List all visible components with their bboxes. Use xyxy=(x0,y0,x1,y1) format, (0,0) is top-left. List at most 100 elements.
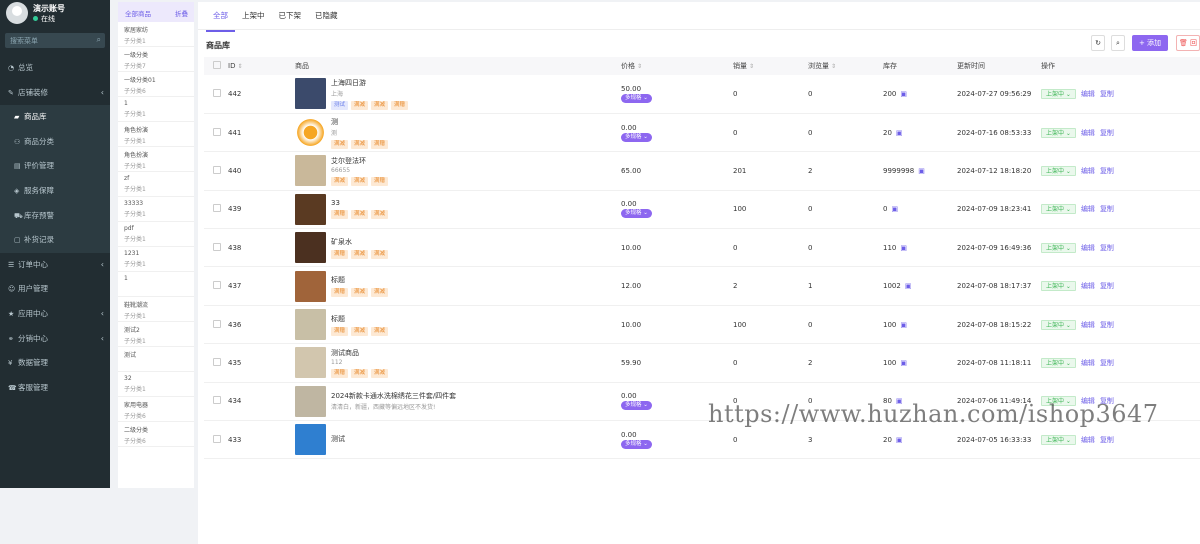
row-checkbox-cell[interactable] xyxy=(204,228,228,268)
sidebar-item[interactable]: ⚭ 分销中心 ‹ xyxy=(0,327,110,352)
checkbox-icon[interactable] xyxy=(213,61,221,69)
category-sub[interactable]: 子分类1 xyxy=(124,209,190,218)
row-checkbox-cell[interactable] xyxy=(204,151,228,191)
tab-2[interactable]: 已下架 xyxy=(272,2,309,30)
category-sub[interactable]: 子分类1 xyxy=(124,336,190,345)
stock-calendar-icon[interactable]: ▣ xyxy=(900,244,907,252)
category-item[interactable]: 1 子分类1 xyxy=(118,97,194,122)
add-button[interactable]: + 添加 xyxy=(1132,35,1168,51)
row-checkbox-cell[interactable] xyxy=(204,382,228,422)
menu-search-input[interactable]: 搜索菜单 ⌕ xyxy=(5,33,105,48)
sidebar-item[interactable]: ▰ 商品库 xyxy=(0,105,110,130)
category-fold-button[interactable]: 折叠 xyxy=(175,8,188,18)
copy-button[interactable]: 复制 xyxy=(1100,436,1114,444)
tab-1[interactable]: 上架中 xyxy=(235,2,272,30)
sidebar-item[interactable]: ⚇ 商品分类 xyxy=(0,129,110,155)
sidebar-item[interactable]: ☰ 订单中心 ‹ xyxy=(0,253,110,278)
category-name[interactable]: 家用电器 xyxy=(124,402,148,409)
category-name[interactable]: 33333 xyxy=(124,200,143,207)
copy-button[interactable]: 复制 xyxy=(1100,244,1114,252)
row-checkbox-cell[interactable] xyxy=(204,113,228,153)
category-sub[interactable]: 子分类1 xyxy=(124,136,190,145)
stock-calendar-icon[interactable]: ▣ xyxy=(891,205,898,213)
copy-button[interactable]: 复制 xyxy=(1100,90,1114,98)
category-all[interactable]: 全部商品 xyxy=(125,10,151,18)
category-sub[interactable]: 子分类1 xyxy=(124,109,190,118)
sidebar-item[interactable]: ¥ 数据管理 xyxy=(0,351,110,376)
row-checkbox-cell[interactable] xyxy=(204,190,228,230)
copy-button[interactable]: 复制 xyxy=(1100,129,1114,137)
sidebar-item[interactable]: ⛟库存预警 xyxy=(0,203,110,229)
edit-button[interactable]: 编辑 xyxy=(1081,129,1095,137)
category-name[interactable]: 测试2 xyxy=(124,327,140,334)
stock-calendar-icon[interactable]: ▣ xyxy=(900,90,907,98)
checkbox-icon[interactable] xyxy=(213,127,221,136)
status-dropdown[interactable]: 上架中 ⌄ xyxy=(1041,281,1076,292)
checkbox-icon[interactable] xyxy=(213,434,221,443)
refresh-button[interactable]: ↻ xyxy=(1091,35,1105,51)
delete-button[interactable]: 🗑 回 xyxy=(1176,35,1200,51)
multi-spec-button[interactable]: 多规格 ⌄ xyxy=(621,439,652,449)
sort-icon[interactable]: ⇕ xyxy=(637,63,642,70)
edit-button[interactable]: 编辑 xyxy=(1081,205,1095,213)
edit-button[interactable]: 编辑 xyxy=(1081,436,1095,444)
category-sub[interactable]: 子分类6 xyxy=(124,411,190,420)
status-dropdown[interactable]: 上架中 ⌄ xyxy=(1041,88,1076,99)
edit-button[interactable]: 编辑 xyxy=(1081,244,1095,252)
goods-name[interactable]: 上海四日游 xyxy=(331,78,411,88)
multi-spec-button[interactable]: 多规格 ⌄ xyxy=(621,209,652,219)
row-checkbox-cell[interactable] xyxy=(204,305,228,345)
goods-name[interactable]: 标题 xyxy=(331,275,391,285)
edit-button[interactable]: 编辑 xyxy=(1081,90,1095,98)
category-sub[interactable]: 子分类7 xyxy=(124,61,190,70)
checkbox-icon[interactable] xyxy=(213,319,221,328)
copy-button[interactable]: 复制 xyxy=(1100,359,1114,367)
category-sub[interactable]: 子分类6 xyxy=(124,86,190,95)
category-item[interactable]: 1231 子分类1 xyxy=(118,247,194,272)
category-item[interactable]: zf 子分类1 xyxy=(118,172,194,197)
copy-button[interactable]: 复制 xyxy=(1100,205,1114,213)
checkbox-icon[interactable] xyxy=(213,165,221,174)
status-dropdown[interactable]: 上架中 ⌄ xyxy=(1041,165,1076,176)
edit-button[interactable]: 编辑 xyxy=(1081,321,1095,329)
tab-3[interactable]: 已隐藏 xyxy=(308,2,345,30)
goods-name[interactable]: 2024新款卡通水洗棉绣花三件套/四件套 xyxy=(331,391,456,401)
sidebar-item[interactable]: ▤ 评价管理 xyxy=(0,154,110,179)
category-item[interactable]: pdf 子分类1 xyxy=(118,222,194,247)
category-sub[interactable]: 子分类1 xyxy=(124,259,190,268)
search-button[interactable]: ⌕ xyxy=(1111,35,1125,51)
edit-button[interactable]: 编辑 xyxy=(1081,282,1095,290)
edit-button[interactable]: 编辑 xyxy=(1081,167,1095,175)
category-name[interactable]: 一级分类 xyxy=(124,52,148,59)
status-dropdown[interactable]: 上架中 ⌄ xyxy=(1041,127,1076,138)
multi-spec-button[interactable]: 多规格 ⌄ xyxy=(621,93,652,103)
category-item[interactable]: 家用电器子分类6 xyxy=(118,397,194,422)
category-name[interactable]: 角色扮演 xyxy=(124,127,148,134)
status-dropdown[interactable]: 上架中 ⌄ xyxy=(1041,319,1076,330)
category-sub[interactable]: 子分类1 xyxy=(124,36,190,45)
category-item[interactable]: 角色扮演子分类1 xyxy=(118,147,194,172)
category-sub[interactable]: 子分类1 xyxy=(124,311,190,320)
category-item[interactable]: 一级分类01 子分类6 xyxy=(118,72,194,97)
category-name[interactable]: 测试 xyxy=(124,352,136,359)
category-name[interactable]: 鞋靴潮流 xyxy=(124,302,148,309)
category-name[interactable]: 1 xyxy=(124,100,128,107)
stock-calendar-icon[interactable]: ▣ xyxy=(896,436,903,444)
category-name[interactable]: 一级分类01 xyxy=(124,77,156,84)
goods-name[interactable]: 测试 xyxy=(331,434,345,444)
category-sub[interactable]: 子分类1 xyxy=(124,161,190,170)
category-item[interactable]: 测试 xyxy=(118,347,194,372)
category-item[interactable]: 角色扮演子分类1 xyxy=(118,122,194,147)
sort-icon[interactable]: ⇕ xyxy=(237,63,242,70)
stock-calendar-icon[interactable]: ▣ xyxy=(918,167,925,175)
sidebar-item[interactable]: ◔ 总览 xyxy=(0,56,110,81)
category-name[interactable]: 1231 xyxy=(124,250,139,257)
search-icon[interactable]: ⌕ xyxy=(97,35,101,45)
category-name[interactable]: 角色扮演 xyxy=(124,152,148,159)
select-all-checkbox[interactable] xyxy=(204,57,228,75)
category-name[interactable]: 二级分类 xyxy=(124,427,148,434)
goods-name[interactable]: 测 xyxy=(331,117,391,127)
category-item[interactable]: 家居家纺 子分类1 xyxy=(118,22,194,47)
multi-spec-button[interactable]: 多规格 ⌄ xyxy=(621,401,652,411)
sidebar-item[interactable]: ☺ 用户管理 xyxy=(0,277,110,302)
